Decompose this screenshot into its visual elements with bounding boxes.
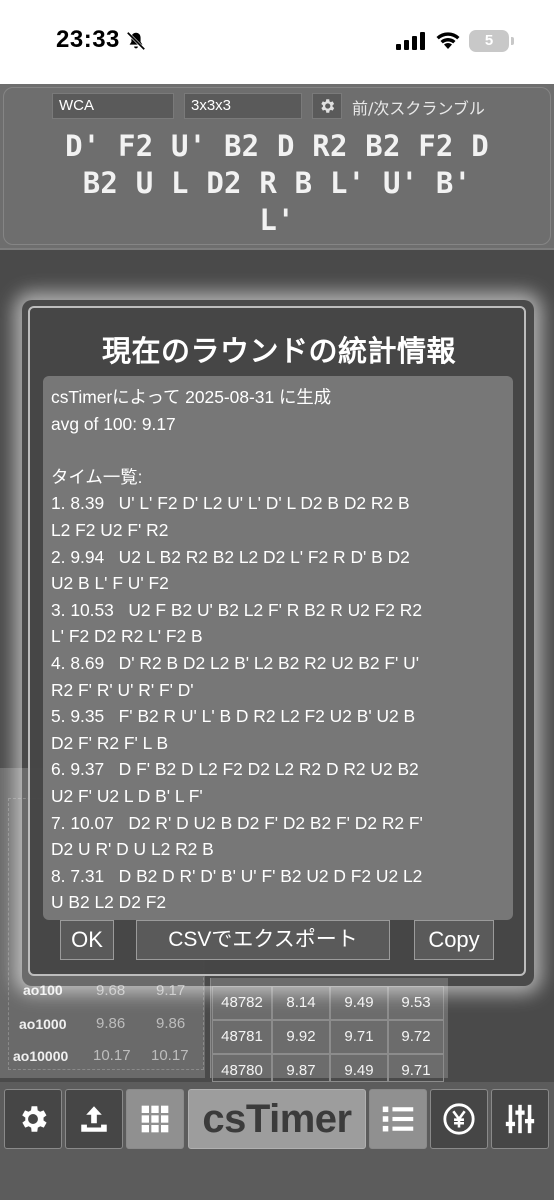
status-time: 23:33 [56, 26, 120, 53]
upload-tray-icon [81, 1106, 107, 1132]
table-cell-index[interactable]: 48781 [212, 1020, 272, 1054]
table-cell-ao5[interactable]: 9.49 [330, 986, 388, 1020]
stat-best[interactable]: 9.86 [156, 1015, 185, 1032]
stat-label: ao10000 [13, 1048, 69, 1064]
battery-icon: 5 [469, 30, 509, 52]
list-icon [382, 1106, 414, 1132]
gear-icon [22, 1106, 47, 1132]
stat-current[interactable]: 10.17 [93, 1047, 131, 1064]
table-cell-ao5[interactable]: 9.49 [330, 1054, 388, 1082]
copy-button[interactable]: Copy [414, 920, 494, 960]
cellular-signal-icon [396, 32, 425, 50]
scramble-image-button[interactable] [126, 1089, 184, 1149]
donate-button[interactable] [430, 1089, 488, 1149]
table-cell-ao12[interactable]: 9.71 [388, 1054, 444, 1082]
puzzle-select[interactable]: 3x3x3 [184, 93, 302, 119]
table-cell-time[interactable]: 8.14 [272, 986, 330, 1020]
session-list-button[interactable] [369, 1089, 427, 1149]
battery-cap [511, 37, 514, 45]
settings-button[interactable] [4, 1089, 62, 1149]
table-cell-ao12[interactable]: 9.72 [388, 1020, 444, 1054]
table-cell-ao5[interactable]: 9.71 [330, 1020, 388, 1054]
bell-muted-icon [126, 31, 146, 51]
table-cell-index[interactable]: 48782 [212, 986, 272, 1020]
prev-next-scramble-link[interactable]: 前/次スクランブル [352, 95, 485, 119]
table-cell-time[interactable]: 9.87 [272, 1054, 330, 1082]
gear-icon [321, 99, 335, 113]
stats-textarea[interactable]: csTimerによって 2025-08-31 に生成 avg of 100: 9… [43, 376, 513, 920]
scramble-line: D' F2 U' B2 D R2 B2 F2 D [65, 129, 489, 163]
wifi-icon [436, 32, 460, 49]
scramble-settings-button[interactable] [312, 93, 342, 119]
round-stats-dialog: 現在のラウンドの統計情報 csTimerによって 2025-08-31 に生成 … [28, 306, 526, 976]
dialog-title: 現在のラウンドの統計情報 [101, 334, 456, 368]
scramble-type-select[interactable]: WCA [52, 93, 174, 119]
status-bar: 23:33 5 [0, 0, 554, 84]
table-cell-time[interactable]: 9.92 [272, 1020, 330, 1054]
export-csv-button[interactable]: CSVでエクスポート [136, 920, 390, 960]
stat-best[interactable]: 10.17 [151, 1047, 189, 1064]
scramble-text: D' F2 U' B2 D R2 B2 F2 D B2 U L D2 R B L… [0, 128, 554, 239]
table-cell-index[interactable]: 48780 [212, 1054, 272, 1082]
scramble-line: L' [259, 203, 295, 237]
scramble-line: B2 U L D2 R B L' U' B' [82, 166, 472, 200]
stat-label: ao1000 [19, 1016, 67, 1032]
ok-button[interactable]: OK [60, 920, 114, 960]
export-button[interactable] [65, 1089, 123, 1149]
grid-icon [141, 1105, 169, 1133]
stat-current[interactable]: 9.86 [96, 1015, 125, 1032]
table-cell-ao12[interactable]: 9.53 [388, 986, 444, 1020]
tools-button[interactable] [491, 1089, 549, 1149]
sliders-icon [505, 1104, 535, 1134]
yen-circle-icon [443, 1103, 475, 1135]
cstimer-logo[interactable]: csTimer [188, 1089, 366, 1149]
